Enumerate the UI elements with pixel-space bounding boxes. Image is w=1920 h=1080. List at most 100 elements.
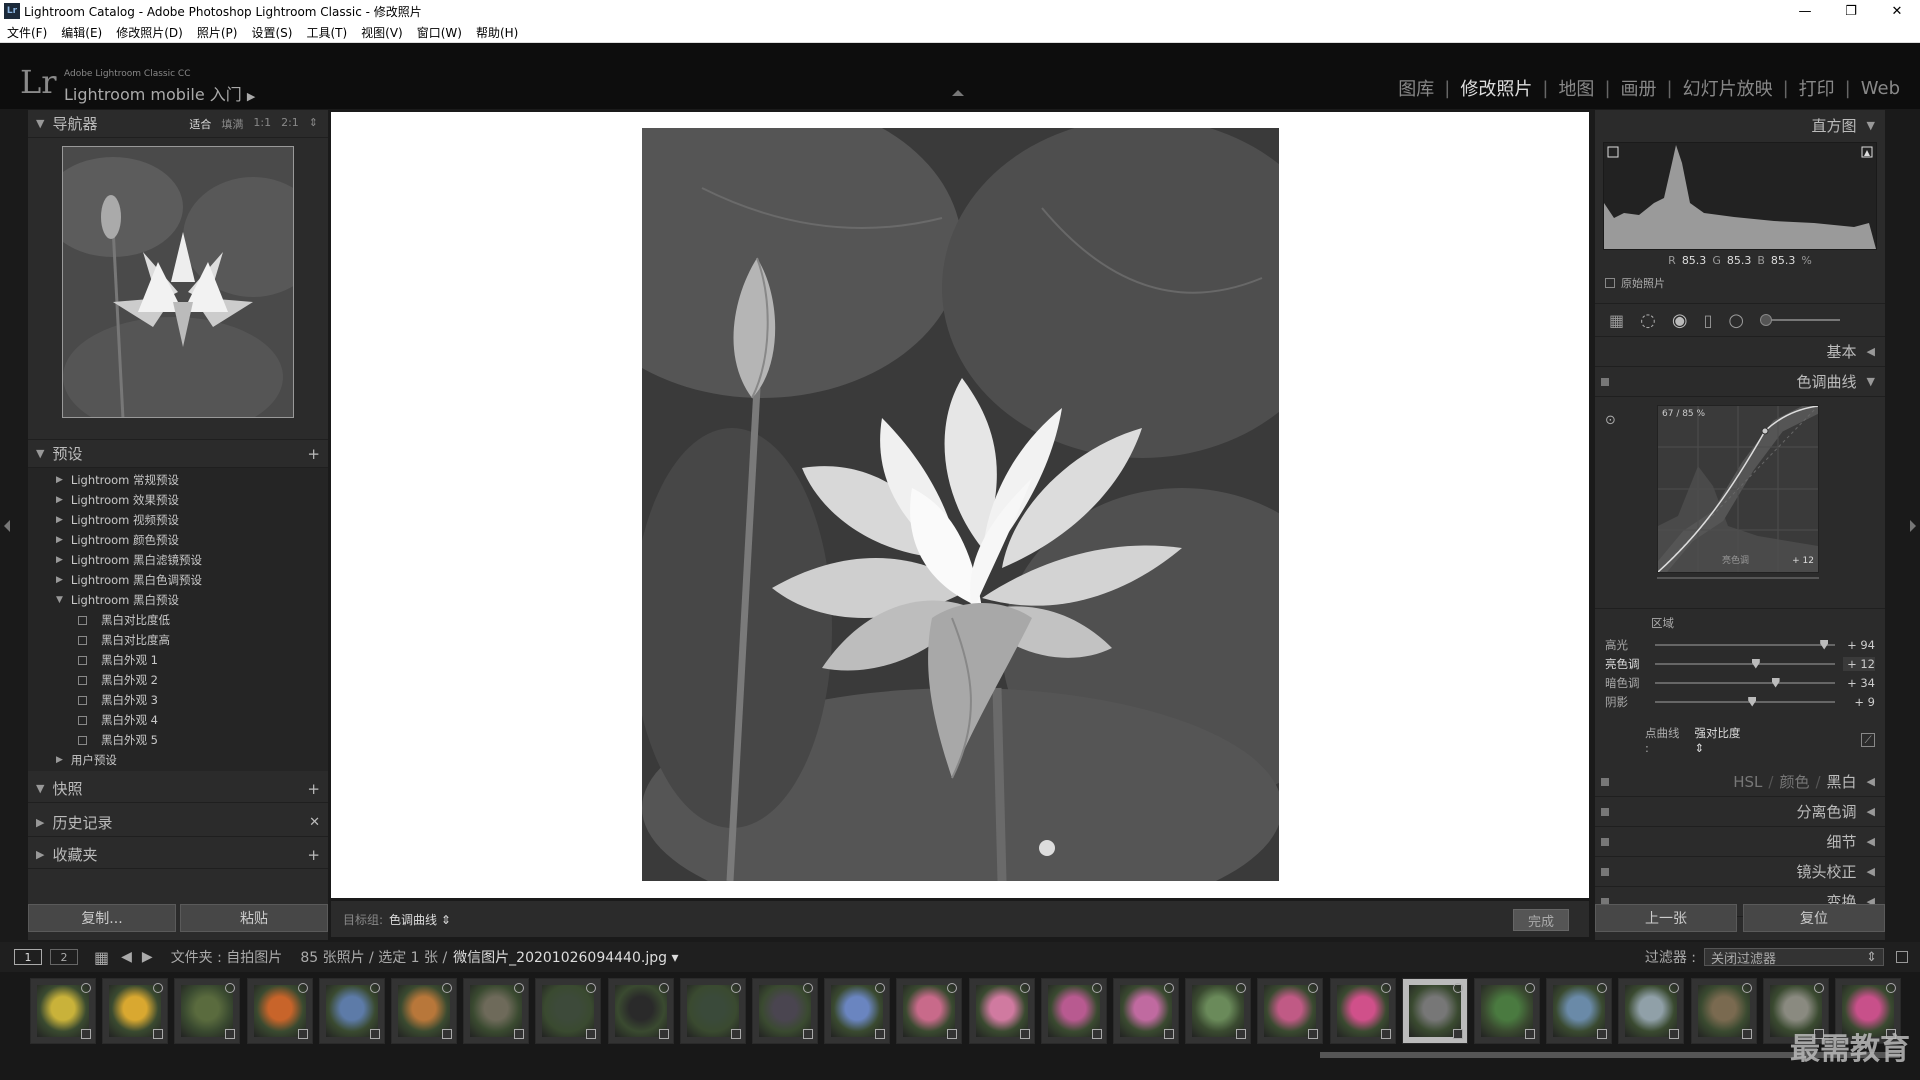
- filmstrip-thumbnail[interactable]: [1401, 978, 1468, 1044]
- filmstrip-thumbnail[interactable]: [752, 978, 818, 1044]
- preset-group[interactable]: ▶ 用户预设: [28, 750, 328, 770]
- preset-group-open[interactable]: ▼ Lightroom 黑白预设: [28, 590, 328, 610]
- basic-header[interactable]: 基本 ◀: [1595, 337, 1885, 367]
- original-photo-toggle[interactable]: 原始照片: [1605, 275, 1885, 291]
- slider-highlights[interactable]: 高光 + 94: [1605, 635, 1875, 654]
- graduated-filter-icon[interactable]: ▯: [1704, 311, 1713, 330]
- filmstrip-thumbnail[interactable]: [30, 978, 96, 1044]
- filmstrip-thumbnail[interactable]: [318, 978, 385, 1044]
- add-preset-icon[interactable]: +: [307, 445, 320, 463]
- menu-help[interactable]: 帮助(H): [469, 24, 525, 41]
- radial-filter-icon[interactable]: ○: [1728, 310, 1744, 331]
- preset-item[interactable]: 黑白外观 4: [28, 710, 328, 730]
- detail-header[interactable]: 细节 ◀: [1595, 827, 1885, 857]
- collapse-top-icon[interactable]: [952, 90, 964, 96]
- module-library[interactable]: 图库: [1388, 75, 1444, 101]
- menu-tools[interactable]: 工具(T): [299, 24, 354, 41]
- lightroom-mobile-link[interactable]: Lightroom mobile 入门 ▶: [64, 81, 255, 105]
- split-toning-header[interactable]: 分离色调 ◀: [1595, 797, 1885, 827]
- brush-slider[interactable]: [1760, 314, 1841, 326]
- preset-item[interactable]: 黑白对比度低: [28, 610, 328, 630]
- collapse-left-icon[interactable]: [4, 520, 10, 532]
- filmstrip-thumbnail[interactable]: [1185, 978, 1252, 1044]
- collapse-right-icon[interactable]: [1910, 520, 1916, 532]
- edit-point-curve-icon[interactable]: ⟋: [1861, 733, 1875, 747]
- slider-shadows[interactable]: 阴影 + 9: [1605, 692, 1875, 711]
- preset-group[interactable]: ▶ Lightroom 视频预设: [28, 510, 328, 530]
- histogram[interactable]: [1603, 142, 1877, 250]
- menu-develop[interactable]: 修改照片(D): [109, 24, 190, 41]
- slider-darks[interactable]: 暗色调 + 34: [1605, 673, 1875, 692]
- reset-button[interactable]: 复位: [1743, 904, 1885, 932]
- spot-removal-icon[interactable]: ◌: [1640, 310, 1656, 331]
- done-button[interactable]: 完成: [1513, 909, 1569, 931]
- preset-group[interactable]: ▶ Lightroom 常规预设: [28, 470, 328, 490]
- filmstrip-thumbnail[interactable]: [463, 978, 530, 1044]
- filmstrip-thumbnail[interactable]: [968, 978, 1035, 1044]
- tone-curve-header[interactable]: 色调曲线 ▼: [1595, 367, 1885, 397]
- preset-group[interactable]: ▶ Lightroom 黑白滤镜预设: [28, 550, 328, 570]
- nav-1-1[interactable]: 1:1: [253, 116, 271, 132]
- filmstrip-thumbnail[interactable]: [607, 978, 674, 1044]
- filmstrip-thumbnail[interactable]: [102, 978, 169, 1044]
- forward-icon[interactable]: ▶: [142, 949, 153, 965]
- histogram-header[interactable]: 直方图 ▼: [1595, 110, 1885, 140]
- paste-button[interactable]: 粘贴: [180, 904, 328, 932]
- source-path[interactable]: 文件夹 : 自拍图片: [171, 947, 283, 967]
- view-2-button[interactable]: 2: [50, 949, 78, 965]
- menu-file[interactable]: 文件(F): [0, 24, 54, 41]
- filter-lock-icon[interactable]: [1896, 951, 1908, 963]
- add-collection-icon[interactable]: +: [307, 846, 320, 864]
- preset-group[interactable]: ▶ Lightroom 效果预设: [28, 490, 328, 510]
- filmstrip-thumbnail[interactable]: [1040, 978, 1107, 1044]
- filmstrip-thumbnail[interactable]: [896, 978, 963, 1044]
- filmstrip-thumbnail[interactable]: [824, 978, 891, 1044]
- snapshots-header[interactable]: ▼ 快照 +: [28, 775, 328, 803]
- preset-group[interactable]: ▶ Lightroom 黑白色调预设: [28, 570, 328, 590]
- nav-2-1[interactable]: 2:1: [281, 116, 299, 132]
- filmstrip-thumbnail[interactable]: [535, 978, 602, 1044]
- preset-item[interactable]: 黑白对比度高: [28, 630, 328, 650]
- menu-settings[interactable]: 设置(S): [244, 24, 299, 41]
- history-header[interactable]: ▶ 历史记录 ✕: [28, 809, 328, 837]
- menu-photo[interactable]: 照片(P): [190, 24, 245, 41]
- minimize-icon[interactable]: —: [1782, 0, 1828, 22]
- menu-window[interactable]: 窗口(W): [410, 24, 469, 41]
- filmstrip-thumbnail[interactable]: [391, 978, 457, 1044]
- copy-button[interactable]: 复制...: [28, 904, 176, 932]
- preset-item[interactable]: 黑白外观 2: [28, 670, 328, 690]
- collections-header[interactable]: ▶ 收藏夹 +: [28, 841, 328, 869]
- navigator-preview[interactable]: [62, 146, 294, 418]
- module-map[interactable]: 地图: [1548, 75, 1604, 101]
- file-name[interactable]: 微信图片_20201026094440.jpg ▾: [453, 947, 678, 967]
- hsl-header[interactable]: HSL / 颜色 / 黑白 ◀: [1595, 767, 1885, 797]
- slider-lights[interactable]: 亮色调 + 12: [1605, 654, 1875, 673]
- red-eye-icon[interactable]: ◉: [1672, 310, 1688, 331]
- previous-button[interactable]: 上一张: [1595, 904, 1737, 932]
- lens-correction-header[interactable]: 镜头校正 ◀: [1595, 857, 1885, 887]
- nav-fill[interactable]: 填满: [221, 116, 243, 132]
- crop-tool-icon[interactable]: ▦: [1609, 311, 1624, 330]
- preset-group[interactable]: ▶ Lightroom 颜色预设: [28, 530, 328, 550]
- point-curve-select[interactable]: 强对比度 ⇕: [1695, 725, 1754, 755]
- grid-view-icon[interactable]: ▦: [94, 948, 109, 967]
- presets-header[interactable]: ▼ 预设 +: [28, 440, 328, 468]
- target-adjust-icon[interactable]: ⊙: [1605, 413, 1616, 428]
- module-web[interactable]: Web: [1851, 78, 1910, 99]
- tone-curve-graph[interactable]: 67 / 85 % 亮色调 + 12: [1652, 399, 1822, 577]
- preset-item[interactable]: 黑白外观 5: [28, 730, 328, 750]
- menu-view[interactable]: 视图(V): [354, 24, 410, 41]
- original-checkbox[interactable]: [1605, 278, 1615, 288]
- maximize-icon[interactable]: ❐: [1828, 0, 1874, 22]
- module-develop[interactable]: 修改照片: [1450, 75, 1542, 101]
- filmstrip-thumbnail[interactable]: [174, 978, 241, 1044]
- add-snapshot-icon[interactable]: +: [307, 780, 320, 798]
- preset-item[interactable]: 黑白外观 1: [28, 650, 328, 670]
- back-icon[interactable]: ◀: [121, 949, 132, 965]
- filmstrip-thumbnail[interactable]: [1690, 978, 1757, 1044]
- module-slideshow[interactable]: 幻灯片放映: [1673, 75, 1783, 101]
- clear-history-icon[interactable]: ✕: [309, 815, 320, 830]
- module-print[interactable]: 打印: [1789, 75, 1845, 101]
- navigator-header[interactable]: ▼ 导航器 适合 填满 1:1 2:1 ⇕: [28, 110, 328, 138]
- filmstrip-thumbnail[interactable]: [1618, 978, 1685, 1044]
